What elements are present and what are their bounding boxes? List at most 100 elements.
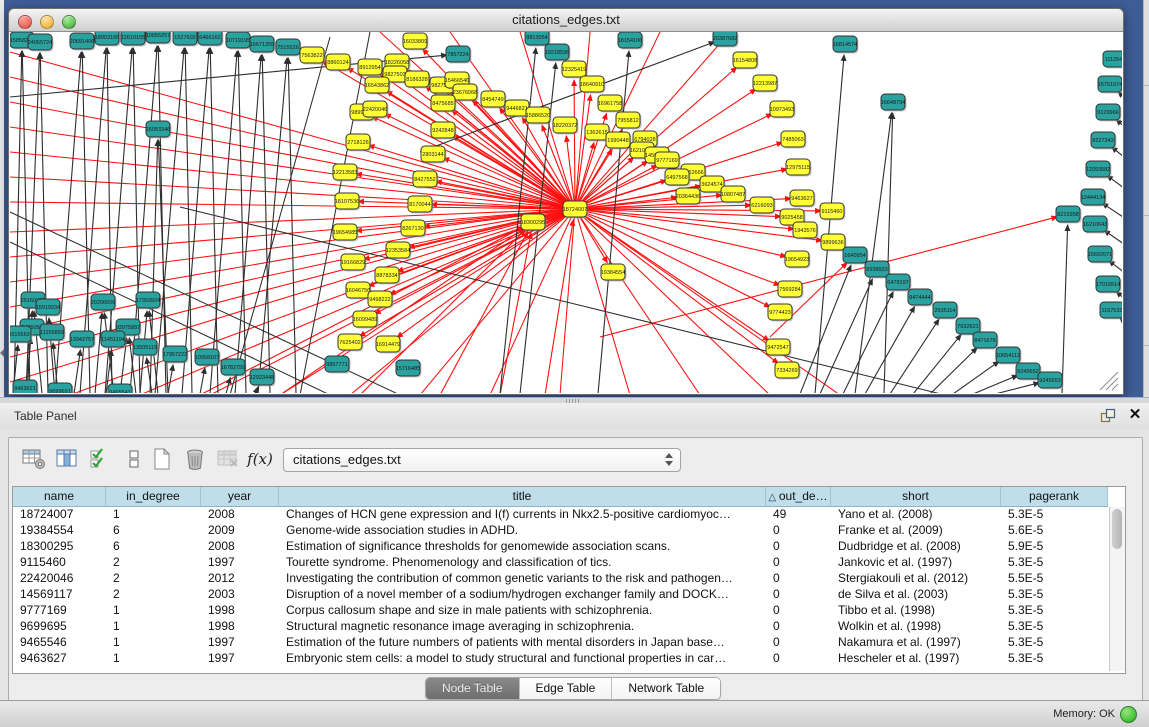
- column-header-year[interactable]: year: [201, 487, 279, 507]
- graph-node-label: 15751074: [1098, 82, 1122, 88]
- table-row[interactable]: 1872400712008Changes of HCN gene express…: [13, 507, 1108, 523]
- table-selector-dropdown[interactable]: citations_edges.txt: [283, 448, 681, 472]
- cell-year: 2008: [201, 539, 279, 555]
- table-row[interactable]: 946554611997Estimation of the future num…: [13, 635, 1108, 651]
- cell-short: Wolkin et al. (1998): [831, 619, 1001, 635]
- network-window-titlebar[interactable]: citations_edges.txt: [9, 9, 1123, 32]
- table-row[interactable]: 977716911998Corpus callosum shape and si…: [13, 603, 1108, 619]
- column-header-in_degree[interactable]: in_degree: [106, 487, 201, 507]
- table-body: 18724007 1 2008Changes of HCN gene express…: [13, 507, 1108, 667]
- new-column-icon[interactable]: [149, 446, 175, 472]
- graph-node-label: 11451194: [101, 337, 125, 343]
- vertical-scrollbar[interactable]: [1109, 507, 1125, 671]
- graph-node-label: 1943576: [794, 228, 815, 234]
- table-mode-icon[interactable]: [121, 446, 147, 472]
- selected-edges-layer[interactable]: [10, 32, 1057, 393]
- cell-year: 2008: [201, 507, 279, 523]
- graph-node-label: 16046756: [346, 288, 370, 294]
- memory-status-label: Memory: OK: [1053, 708, 1115, 720]
- graph-node-label: 10973493: [770, 107, 794, 113]
- cell-in_degree: 2: [106, 555, 201, 571]
- table-row[interactable]: 1938455462009Genome-wide association stu…: [13, 523, 1108, 539]
- cell-title: Changes of HCN gene expression and I(f) …: [279, 507, 766, 523]
- graph-node-label: 12325419: [562, 67, 586, 73]
- network-canvas[interactable]: 1585820524055724206914061890316512610155…: [10, 32, 1122, 393]
- nodes-layer[interactable]: 1585820524055724206914061890316512610155…: [10, 32, 1122, 393]
- graph-node-label: 19166829: [341, 260, 365, 266]
- graph-node-label: 9463621: [14, 386, 35, 392]
- cell-in_degree: 1: [106, 635, 201, 651]
- float-panel-icon[interactable]: [1100, 408, 1116, 424]
- cell-out_de: 0: [766, 635, 831, 651]
- right-panel-divider[interactable]: [1143, 0, 1149, 397]
- graph-node-label: 8938923: [866, 267, 887, 273]
- close-panel-icon[interactable]: ✕: [1126, 406, 1144, 424]
- graph-node-label: 19654923: [785, 257, 809, 263]
- scrollbar-thumb[interactable]: [1112, 509, 1122, 549]
- graph-node-label: 18220372: [553, 123, 577, 129]
- graph-node-label: 20364436: [676, 194, 700, 200]
- graph-node-label: 12213583: [333, 170, 357, 176]
- tab-edge-table[interactable]: Edge Table: [520, 678, 613, 699]
- table-row[interactable]: 1830029562008Estimation of significance …: [13, 539, 1108, 555]
- graph-node-label: 8454749: [482, 97, 503, 103]
- column-header-short[interactable]: short: [831, 487, 1001, 507]
- graph-node-label: 7955812: [617, 118, 638, 124]
- table-panel-header: Table Panel ✕: [0, 403, 1149, 429]
- cell-title: Embryonic stem cells: a model to study s…: [279, 651, 766, 667]
- tab-node-table[interactable]: Node Table: [426, 678, 520, 699]
- cell-pagerank: 5.3E-5: [1001, 507, 1108, 523]
- graph-node-label: 16814574: [833, 42, 857, 48]
- cell-title: Corpus callosum shape and size in male p…: [279, 603, 766, 619]
- cell-year: 2003: [201, 587, 279, 603]
- graph-node-label: 1527602: [174, 35, 195, 41]
- show-columns-icon[interactable]: [54, 446, 80, 472]
- cell-short: Hescheler et al. (1997): [831, 651, 1001, 667]
- cell-out_de: 49: [766, 507, 831, 523]
- graph-node-label: 9699691: [49, 389, 70, 393]
- cell-name: 18300295: [13, 539, 106, 555]
- cell-year: 1998: [201, 619, 279, 635]
- cell-short: Nakamura et al. (1997): [831, 635, 1001, 651]
- network-window: citations_edges.txt 15858205240557242069…: [8, 8, 1124, 395]
- graph-node-label: 23676068: [453, 90, 477, 96]
- memory-ok-indicator-icon: [1120, 706, 1137, 723]
- graph-node-label: 8471676: [974, 338, 995, 344]
- cell-name: 9115460: [13, 555, 106, 571]
- cell-out_de: 0: [766, 587, 831, 603]
- graph-node-label: 12610155: [121, 35, 145, 41]
- table-settings-icon[interactable]: [21, 446, 47, 472]
- cell-short: Franke et al. (2009): [831, 523, 1001, 539]
- graph-node-label: 15466546: [445, 78, 469, 84]
- collapse-arrow-icon[interactable]: [0, 349, 4, 357]
- cell-in_degree: 2: [106, 571, 201, 587]
- table-row[interactable]: 1456911722003Disruption of a novel membe…: [13, 587, 1108, 603]
- graph-node-label: 7625402: [339, 340, 360, 346]
- graph-node-label: 12444134: [1081, 195, 1105, 201]
- cell-title: Tourette syndrome. Phenomenology and cla…: [279, 555, 766, 571]
- column-header-name[interactable]: name: [13, 487, 106, 507]
- function-builder-icon[interactable]: f(x): [247, 446, 273, 472]
- column-header-title[interactable]: title: [279, 487, 766, 507]
- select-rows-icon[interactable]: [87, 446, 113, 472]
- table-row[interactable]: 911546021997Tourette syndrome. Phenomeno…: [13, 555, 1108, 571]
- column-header-pagerank[interactable]: pagerank: [1001, 487, 1108, 507]
- table-row[interactable]: 946362711997Embryonic stem cells: a mode…: [13, 651, 1108, 667]
- graph-node-label: 16914479: [376, 342, 400, 348]
- table-row[interactable]: 969969511998Structural magnetic resonanc…: [13, 619, 1108, 635]
- cell-pagerank: 5.3E-5: [1001, 651, 1108, 667]
- resize-grip-icon[interactable]: [1100, 372, 1118, 390]
- graph-node-label: 22420046: [363, 107, 387, 113]
- cell-name: 9465546: [13, 635, 106, 651]
- graph-node-label: 13505115: [133, 345, 157, 351]
- graph-node-label: 1112543: [1105, 57, 1122, 63]
- left-panel-divider[interactable]: [0, 0, 4, 397]
- column-header-out_de[interactable]: △ out_de…: [766, 487, 831, 507]
- table-row[interactable]: 2242004622012Investigating the contribut…: [13, 571, 1108, 587]
- cell-name: 18724007: [13, 507, 106, 523]
- graph-node-label: 16543862: [365, 83, 389, 89]
- graph-node-label: 8475685: [432, 101, 453, 107]
- graph-node-label: 16782759: [221, 365, 245, 371]
- tab-network-table[interactable]: Network Table: [612, 678, 720, 699]
- delete-column-trash-icon[interactable]: [182, 446, 208, 472]
